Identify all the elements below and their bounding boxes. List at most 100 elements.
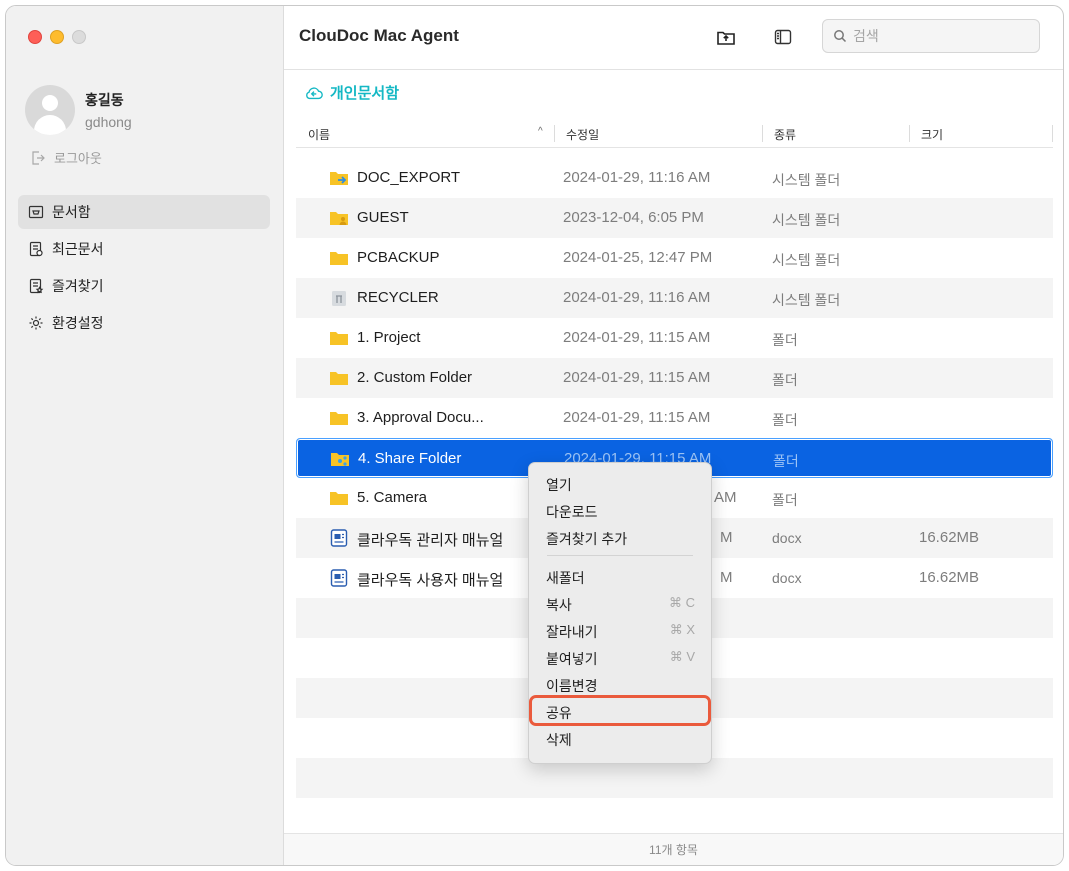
search-input[interactable] [853,28,1033,44]
menu-item-new-folder[interactable]: 새폴더 [529,562,711,589]
menu-item-label: 잘라내기 [546,624,598,640]
file-name: 3. Approval Docu... [357,409,484,426]
file-kind: 폴더 [772,412,798,428]
file-kind: docx [772,530,802,546]
sidebar-item-label: 최근문서 [52,241,104,257]
sort-ascending-icon[interactable]: ^ [538,126,543,137]
folder-icon [330,492,348,505]
menu-item-shortcut: ⌘ V [669,649,695,664]
table-row[interactable]: GUEST 2023-12-04, 6:05 PM 시스템 폴더 [296,198,1053,238]
file-name: 4. Share Folder [358,450,462,467]
menu-item-label: 이름변경 [546,678,598,694]
file-name: RECYCLER [357,289,439,306]
logout-label: 로그아웃 [54,151,102,166]
docx-file-icon [330,569,348,587]
menu-item-delete[interactable]: 삭제 [529,724,711,751]
empty-row [296,798,1053,838]
file-date: 2024-01-25, 12:47 PM [563,249,713,266]
file-kind: 폴더 [772,372,798,388]
menu-item-paste[interactable]: 붙여넣기 ⌘ V [529,643,711,670]
menu-item-label: 복사 [546,597,572,613]
upload-icon [717,31,735,45]
menu-item-shortcut: ⌘ X [669,622,695,637]
table-row[interactable]: 1. Project 2024-01-29, 11:15 AM 폴더 [296,318,1053,358]
sidebar-item-label: 문서함 [52,204,91,220]
upload-button[interactable] [714,25,738,49]
cloud-icon [306,86,323,99]
menu-item-label: 붙여넣기 [546,651,598,667]
column-modified[interactable]: 수정일 [566,126,599,143]
table-row[interactable]: 3. Approval Docu... 2024-01-29, 11:15 AM… [296,398,1053,438]
column-size[interactable]: 크기 [921,126,943,143]
column-name[interactable]: 이름 [308,126,330,143]
menu-item-share[interactable]: 공유 [529,695,711,726]
menu-item-copy[interactable]: 복사 ⌘ C [529,589,711,616]
file-kind: 시스템 폴더 [772,252,841,268]
folder-icon [330,252,348,265]
menu-item-label: 공유 [546,705,572,721]
menu-item-cut[interactable]: 잘라내기 ⌘ X [529,616,711,643]
menu-item-label: 다운로드 [546,504,598,520]
table-row[interactable]: PCBACKUP 2024-01-25, 12:47 PM 시스템 폴더 [296,238,1053,278]
file-name: PCBACKUP [357,249,440,266]
search-icon [834,30,847,43]
file-kind: docx [772,570,802,586]
file-kind: 폴더 [772,492,798,508]
file-kind: 시스템 폴더 [772,292,841,308]
sidebar-item-favorites[interactable]: 즐겨찾기 [18,269,270,303]
file-date: 2024-01-29, 11:16 AM [563,289,711,306]
menu-item-open[interactable]: 열기 [529,469,711,496]
shared-folder-icon [331,453,349,466]
column-kind[interactable]: 종류 [774,126,796,143]
menu-item-label: 새폴더 [546,570,585,586]
sidebar-item-recent[interactable]: 최근문서 [18,232,270,266]
menu-item-label: 삭제 [546,732,572,748]
folder-icon [330,372,348,385]
file-size: 16.62MB [919,529,980,546]
gear-icon [29,316,43,330]
table-row[interactable]: 2. Custom Folder 2024-01-29, 11:15 AM 폴더 [296,358,1053,398]
toggle-sidebar-button[interactable] [771,25,795,49]
file-name: 클라우독 사용자 매뉴얼 [357,572,504,589]
sidebar-toggle-icon [774,29,792,45]
export-folder-icon [330,172,348,185]
file-kind: 시스템 폴더 [772,212,841,228]
folder-icon [330,332,348,345]
file-kind: 시스템 폴더 [772,172,841,188]
user-name: 홍길동 [85,92,124,108]
file-name: DOC_EXPORT [357,169,461,186]
sidebar-item-label: 환경설정 [52,315,104,331]
breadcrumb-label: 개인문서함 [330,85,400,102]
toolbar: ClouDoc Mac Agent [284,6,1063,70]
minimize-window-button[interactable] [50,30,64,44]
table-row[interactable]: RECYCLER 2024-01-29, 11:16 AM 시스템 폴더 [296,278,1053,318]
file-name: 클라우독 관리자 매뉴얼 [357,532,504,549]
file-kind: 폴더 [772,332,798,348]
search-box[interactable] [822,19,1040,53]
file-date: M [720,569,733,586]
menu-item-add-favorite[interactable]: 즐겨찾기 추가 [529,523,711,550]
file-size: 16.62MB [919,569,980,586]
recycle-bin-icon [332,291,346,306]
sidebar-item-documents[interactable]: 문서함 [18,195,270,229]
close-window-button[interactable] [28,30,42,44]
guest-folder-icon [330,212,348,225]
file-date: M [720,529,733,546]
sidebar-item-settings[interactable]: 환경설정 [18,306,270,340]
item-count: 11개 항목 [649,843,698,857]
menu-item-label: 즐겨찾기 추가 [546,531,628,547]
avatar [25,85,75,135]
menu-item-label: 열기 [546,477,572,493]
table-row[interactable]: DOC_EXPORT 2024-01-29, 11:16 AM 시스템 폴더 [296,158,1053,198]
menu-item-download[interactable]: 다운로드 [529,496,711,523]
file-date: 2024-01-29, 11:15 AM [563,409,711,426]
sidebar-item-label: 즐겨찾기 [52,278,104,294]
file-date: 2024-01-29, 11:15 AM [563,329,711,346]
file-date: 2024-01-29, 11:16 AM [563,169,711,186]
logout-button[interactable]: 로그아웃 [30,148,102,167]
file-name: 2. Custom Folder [357,369,473,386]
file-date: 2024-01-29, 11:15 AM [563,369,711,386]
breadcrumb[interactable]: 개인문서함 [304,82,399,103]
menu-item-rename[interactable]: 이름변경 [529,670,711,697]
zoom-window-button[interactable] [72,30,86,44]
